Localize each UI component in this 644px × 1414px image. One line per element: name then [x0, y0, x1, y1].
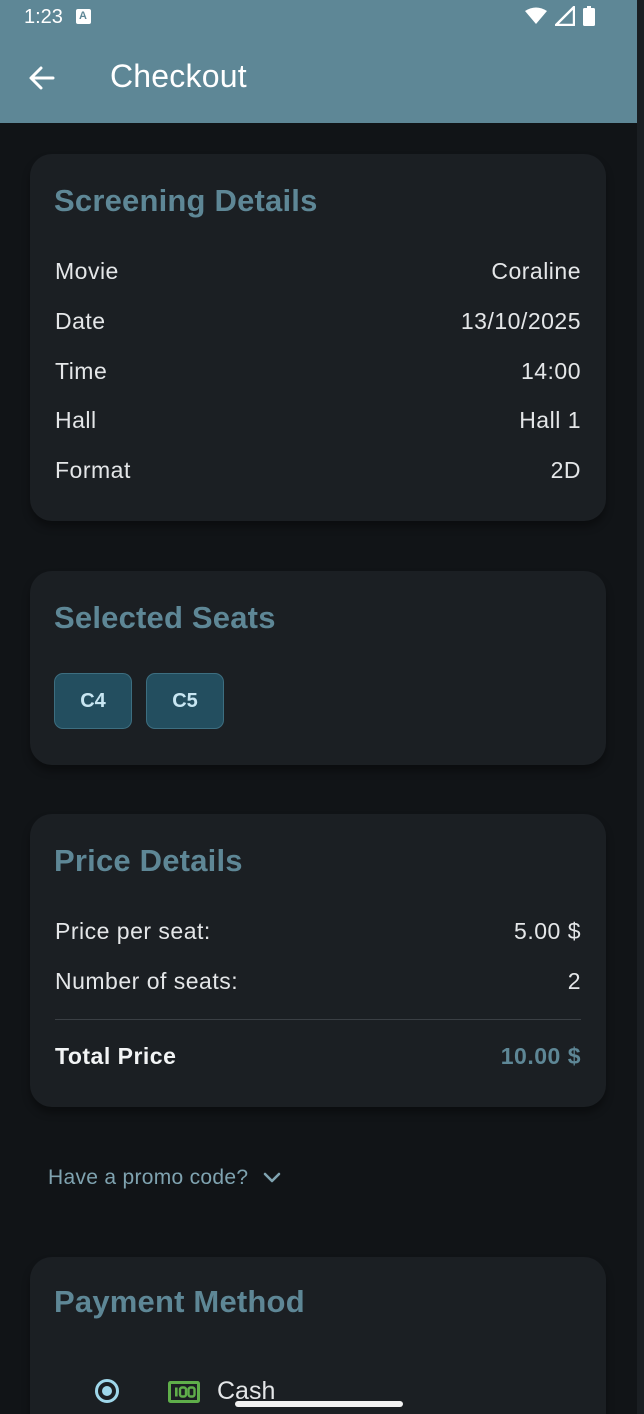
price-details-card: Price Details Price per seat: 5.00 $ Num…: [30, 814, 606, 1107]
price-value: 2: [567, 968, 581, 994]
seat-chip-c5[interactable]: C5: [146, 673, 224, 729]
price-details-title: Price Details: [54, 843, 243, 878]
total-price-label: Total Price: [55, 1043, 177, 1069]
wifi-icon: [525, 7, 547, 24]
detail-label: Hall: [55, 407, 97, 433]
status-bar: 1:23 A: [0, 0, 637, 34]
page-title: Checkout: [110, 58, 247, 94]
detail-row-format: Format 2D: [55, 457, 581, 487]
detail-label: Format: [55, 457, 131, 483]
price-divider: [55, 1019, 581, 1020]
screening-details-card: Screening Details Movie Coraline Date 13…: [30, 154, 606, 521]
payment-radio-cash[interactable]: [95, 1379, 119, 1403]
signal-icon: [555, 6, 575, 26]
payment-method-title: Payment Method: [54, 1284, 305, 1319]
detail-value: Coraline: [491, 258, 581, 284]
back-button[interactable]: [20, 56, 64, 100]
battery-icon: [583, 6, 595, 26]
price-label: Price per seat:: [55, 918, 211, 944]
promo-code-toggle[interactable]: Have a promo code?: [48, 1166, 282, 1190]
detail-label: Time: [55, 358, 108, 384]
selected-seats-title: Selected Seats: [54, 600, 276, 635]
price-value: 5.00 $: [514, 918, 581, 944]
screening-details-title: Screening Details: [54, 183, 318, 218]
detail-label: Date: [55, 308, 106, 334]
notification-a-icon: A: [76, 9, 91, 24]
cash-icon: [168, 1381, 200, 1403]
price-label: Number of seats:: [55, 968, 239, 994]
detail-value: 13/10/2025: [460, 308, 581, 334]
status-icons: [525, 6, 595, 26]
detail-row-hall: Hall Hall 1: [55, 407, 581, 437]
price-row-per-seat: Price per seat: 5.00 $: [55, 918, 581, 948]
price-row-seat-count: Number of seats: 2: [55, 968, 581, 998]
detail-row-date: Date 13/10/2025: [55, 308, 581, 338]
total-price-value: 10.00 $: [500, 1043, 581, 1069]
scroll-edge: [637, 0, 644, 1414]
detail-value: 14:00: [520, 358, 581, 384]
seat-chip-c4[interactable]: C4: [54, 673, 132, 729]
detail-row-movie: Movie Coraline: [55, 258, 581, 288]
home-indicator[interactable]: [235, 1401, 403, 1407]
status-time: 1:23: [24, 6, 63, 28]
top-bar: 1:23 A Checkout: [0, 0, 637, 123]
detail-row-time: Time 14:00: [55, 358, 581, 388]
selected-seats-card: Selected Seats C4 C5: [30, 571, 606, 765]
total-price-row: Total Price 10.00 $: [55, 1043, 581, 1073]
detail-value: 2D: [550, 457, 581, 483]
arrow-back-icon: [29, 66, 55, 90]
chevron-down-icon: [264, 1172, 281, 1183]
detail-label: Movie: [55, 258, 119, 284]
promo-code-label: Have a promo code?: [48, 1166, 249, 1189]
checkout-screen: 1:23 A Checkout Screening Details Movie …: [0, 0, 644, 1414]
detail-value: Hall 1: [519, 407, 581, 433]
app-bar: Checkout: [0, 34, 637, 123]
